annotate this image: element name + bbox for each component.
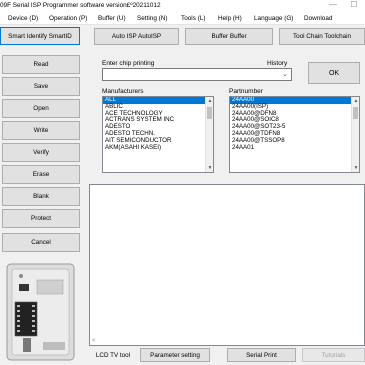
list-item[interactable]: AKM(ASAHI KASEI) bbox=[103, 144, 213, 152]
output-log-pane[interactable]: < bbox=[89, 184, 365, 346]
scroll-thumb[interactable] bbox=[207, 107, 212, 119]
scroll-up-icon[interactable]: ▲ bbox=[352, 97, 359, 105]
list-item[interactable]: 24AA01 bbox=[230, 144, 359, 152]
menu-operation[interactable]: Operation (P) bbox=[49, 15, 87, 22]
lcd-tv-tool-button[interactable]: LCD TV tool bbox=[89, 348, 137, 362]
protect-button[interactable]: Protect bbox=[2, 209, 80, 228]
maximize-icon[interactable]: ☐ bbox=[347, 0, 361, 12]
menu-buffer[interactable]: Buffer (U) bbox=[98, 15, 126, 22]
title-bar: 09F Serial ISP Programmer software versi… bbox=[0, 0, 365, 12]
save-button[interactable]: Save bbox=[2, 77, 80, 96]
parameter-setting-button[interactable]: Parameter setting bbox=[140, 348, 210, 362]
menu-bar: Device (D) Operation (P) Buffer (U) Sett… bbox=[0, 12, 365, 25]
write-button[interactable]: Write bbox=[2, 121, 80, 140]
smart-identify-button[interactable]: Smart Identify SmartID bbox=[0, 27, 80, 45]
manufacturers-label: Manufacturers bbox=[102, 88, 144, 95]
ok-button[interactable]: OK bbox=[308, 62, 360, 84]
menu-help[interactable]: Help (H) bbox=[218, 15, 242, 22]
scroll-thumb[interactable] bbox=[353, 107, 358, 119]
chevron-down-icon[interactable]: ⌄ bbox=[282, 70, 288, 78]
tutorials-button: Tutorials bbox=[302, 348, 365, 362]
scroll-left-icon[interactable]: < bbox=[92, 338, 96, 344]
buffer-button[interactable]: Buffer Buffer bbox=[185, 28, 273, 45]
tool-chain-button[interactable]: Tool Chain Toolchain bbox=[279, 28, 365, 45]
minimize-icon[interactable]: — bbox=[326, 0, 340, 12]
window-title: 09F Serial ISP Programmer software versi… bbox=[0, 2, 161, 9]
history-label: History bbox=[267, 60, 288, 67]
blank-button[interactable]: Blank bbox=[2, 187, 80, 206]
menu-tools[interactable]: Tools (L) bbox=[181, 15, 206, 22]
partnumber-label: Partnumber bbox=[229, 88, 263, 95]
chip-printing-label: Enter chip printing bbox=[102, 60, 155, 67]
menu-device[interactable]: Device (D) bbox=[8, 15, 38, 22]
partnumber-scrollbar[interactable]: ▲ ▼ bbox=[351, 97, 359, 172]
programmer-device-image bbox=[6, 263, 75, 361]
erase-button[interactable]: Erase bbox=[2, 165, 80, 184]
scroll-down-icon[interactable]: ▼ bbox=[206, 164, 213, 172]
menu-download[interactable]: Download bbox=[304, 15, 332, 22]
scroll-up-icon[interactable]: ▲ bbox=[206, 97, 213, 105]
cancel-button[interactable]: Cancel bbox=[2, 233, 80, 252]
scroll-down-icon[interactable]: ▼ bbox=[352, 164, 359, 172]
manufacturers-list[interactable]: ALL ABLIC ACE TECHNOLOGY ACTRANS SYSTEM … bbox=[102, 96, 214, 173]
verify-button[interactable]: Verify bbox=[2, 143, 80, 162]
serial-print-button[interactable]: Serial Print bbox=[227, 348, 296, 362]
menu-setting[interactable]: Setting (N) bbox=[137, 15, 168, 22]
manufacturers-scrollbar[interactable]: ▲ ▼ bbox=[205, 97, 213, 172]
chip-printing-combobox[interactable]: ⌄ bbox=[102, 68, 292, 81]
read-button[interactable]: Read bbox=[2, 55, 80, 74]
open-button[interactable]: Open bbox=[2, 99, 80, 118]
menu-language[interactable]: Language (G) bbox=[254, 15, 293, 22]
partnumber-list[interactable]: 24AA00 24AA00(ISP) 24AA00@DFN8 24AA00@SO… bbox=[229, 96, 360, 173]
auto-isp-button[interactable]: Auto ISP AutoISP bbox=[94, 28, 179, 45]
